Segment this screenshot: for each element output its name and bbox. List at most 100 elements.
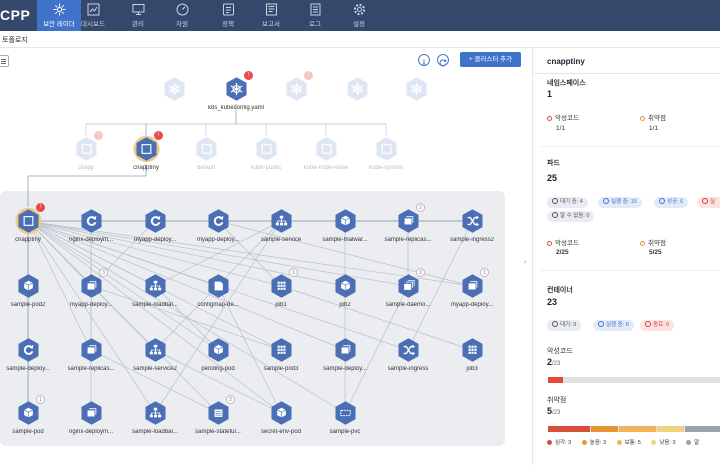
detail-title: cnapptiny: [547, 57, 585, 66]
nav-label: 정책: [222, 21, 234, 28]
resource-node-29[interactable]: sample-pvc: [305, 398, 385, 435]
refresh-icon: [439, 59, 447, 67]
severity-low: 낮음: 3: [651, 440, 676, 446]
resource-node-7[interactable]: sample-ingress2: [432, 206, 512, 243]
namespace-icon: [195, 137, 217, 161]
alert-badge: 1: [480, 268, 489, 277]
plus-icon: +: [468, 56, 473, 63]
pod-chip-pending: 대기 중: 4: [547, 197, 588, 208]
service-icon: [144, 338, 166, 362]
vuln-segment-3: [656, 426, 684, 432]
nav-item-2[interactable]: 관리: [116, 0, 160, 31]
menu-toggle-button[interactable]: [0, 55, 9, 67]
job-icon: [461, 338, 483, 362]
severity-medium: 보통: 5: [616, 440, 641, 446]
replicaset-icon: [80, 401, 102, 425]
resource-node-23[interactable]: job3: [432, 335, 512, 372]
pod-count: 25: [547, 173, 558, 183]
alert-badge: !: [154, 131, 163, 140]
resource-node-15[interactable]: myapp-deploy... 1: [432, 268, 512, 308]
deployment-icon: [144, 209, 166, 233]
nav-label: 로그: [309, 21, 321, 28]
ns-malware-legend: 악성코드: [547, 112, 579, 122]
nav-item-5[interactable]: 보고서: [249, 0, 293, 31]
gear-icon: [353, 3, 365, 16]
namespace-count: 1: [547, 89, 553, 99]
namespace-label: 네임스페이스: [547, 80, 586, 87]
nav-item-4[interactable]: 정책: [206, 0, 250, 31]
alert-badge: 2: [226, 395, 235, 404]
info-button[interactable]: [418, 54, 430, 66]
container-count: 23: [547, 297, 558, 307]
report-icon: [265, 3, 277, 16]
alert-badge: 2: [416, 203, 425, 212]
dashboard-icon: [87, 3, 99, 16]
pod-chip-running: 실행 중: 15: [598, 197, 642, 208]
vuln-ratio: 5/23: [547, 406, 561, 416]
cluster-node-4[interactable]: [376, 74, 456, 105]
nav-item-7[interactable]: 설정: [337, 0, 381, 31]
brand-logo: CPP: [0, 7, 31, 23]
node-label: job3: [466, 366, 478, 372]
nav-label: 보고서: [262, 21, 280, 28]
refresh-button[interactable]: [437, 54, 449, 67]
malware-bar-fill: [548, 377, 564, 383]
severity-unknown: 알: [686, 440, 699, 446]
monitor-icon: [132, 4, 144, 15]
nav-label: 자원: [176, 21, 188, 28]
node-label: kube-system: [368, 165, 403, 171]
node-label: sample-pvc: [329, 429, 361, 435]
pvc-icon: [334, 401, 356, 425]
pod-malware-value: 2/25: [556, 249, 569, 256]
namespace-icon: [315, 137, 337, 161]
node-label: k8s_kubeconfig.yaml: [207, 105, 265, 111]
service-icon: [144, 401, 166, 425]
nav-item-1[interactable]: 대시보드: [71, 0, 115, 31]
ns-vuln-value: 1/1: [649, 125, 659, 132]
add-cluster-label: 클러스터 추가: [474, 56, 513, 63]
ns-vuln-legend: 취약점: [640, 112, 666, 122]
malware-section-label: 악성코드: [547, 348, 573, 355]
divider: [541, 270, 720, 271]
nav-label: 관리: [132, 21, 144, 28]
pod-malware-legend: 악성코드: [547, 237, 579, 247]
ingress-icon: [397, 338, 419, 362]
breadcrumb: 토폴로지: [2, 37, 28, 44]
replicaset-icon: [80, 338, 102, 362]
severity-legend: 심각: 3 높음: 3 보통: 5 낮음: 3 알: [547, 438, 708, 446]
nav-label: 설정: [353, 21, 365, 28]
pod-label: 파드: [547, 160, 560, 167]
namespace-icon: [375, 137, 397, 161]
info-icon: [423, 59, 425, 66]
deployment-icon: [207, 209, 229, 233]
detail-panel: cnapptiny 네임스페이스 1 악성코드 취약점 1/1 1/1 파드 2…: [532, 48, 720, 465]
configmap-icon: [207, 274, 229, 298]
add-cluster-button[interactable]: + 클러스터 추가: [460, 52, 521, 67]
ingress-icon: [461, 209, 483, 233]
namespace-node-5[interactable]: kube-system: [346, 134, 426, 171]
policy-icon: [222, 3, 234, 16]
malware-ratio: 2/23: [547, 357, 561, 367]
gauge-icon: [176, 3, 188, 16]
vuln-segment-2: [618, 426, 656, 432]
alert-badge: !: [94, 131, 103, 140]
alert-badge: 1: [36, 395, 45, 404]
deployment-icon: [80, 209, 102, 233]
replicaset-icon: [334, 338, 356, 362]
pod-chip-succeeded: 성공: 6: [654, 197, 689, 208]
service-icon: [144, 274, 166, 298]
severity-high: 높음: 3: [581, 440, 606, 446]
chevron-right-icon: ›: [524, 259, 527, 266]
nav-item-3[interactable]: 자원: [160, 0, 204, 31]
node-label: myapp-deploy...: [450, 302, 494, 308]
ns-malware-value: 1/1: [556, 125, 566, 132]
malware-bar: [548, 377, 720, 383]
service-icon: [270, 209, 292, 233]
collapse-panel-button[interactable]: ›: [524, 259, 532, 271]
top-nav-bar: CPP 보안 레이더 대시보드 관리 자원 정책 보고서 로그 설정: [0, 0, 720, 31]
pod-icon: [270, 401, 292, 425]
pod-vuln-legend: 취약점: [640, 237, 666, 247]
container-label: 컨테이너: [547, 287, 573, 294]
radar-icon: [53, 3, 65, 16]
nav-item-6[interactable]: 로그: [293, 0, 337, 31]
